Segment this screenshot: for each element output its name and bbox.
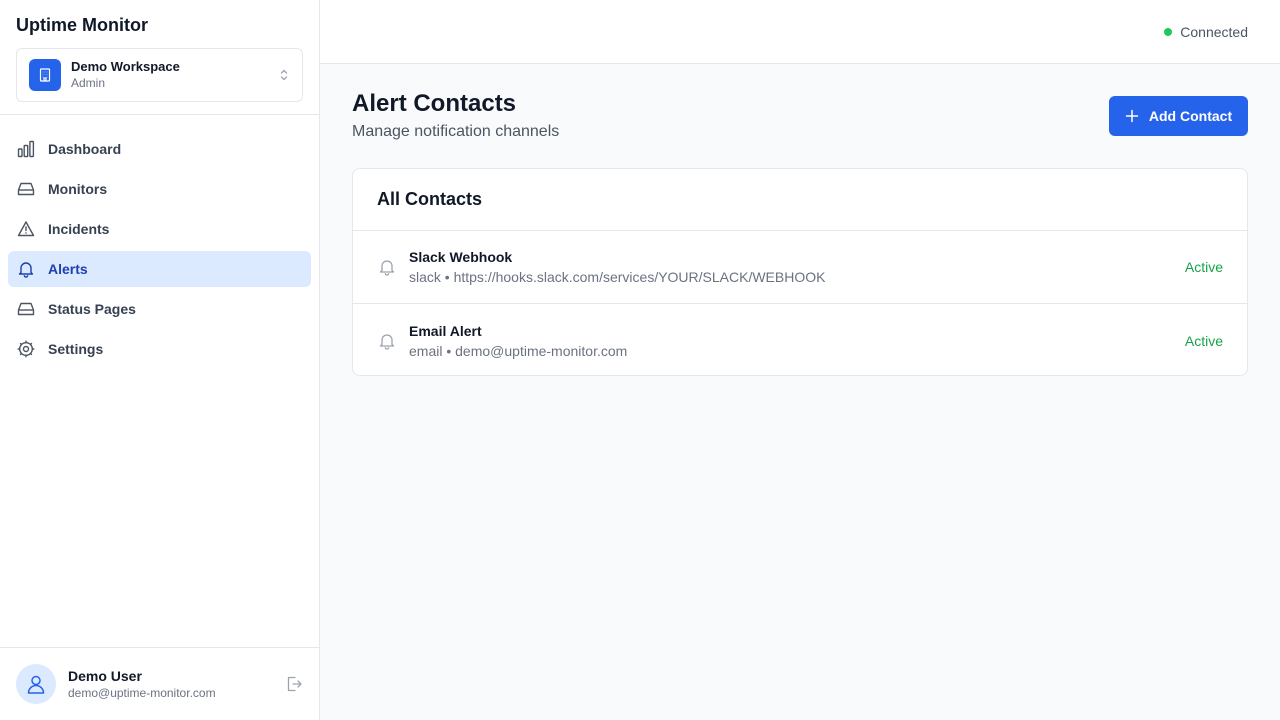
sidebar-item-status-pages[interactable]: Status Pages bbox=[8, 291, 311, 327]
sidebar-footer-divider bbox=[0, 647, 319, 648]
sidebar-item-label: Settings bbox=[48, 341, 104, 357]
status-dot-icon bbox=[1164, 28, 1173, 36]
bar-chart-icon bbox=[16, 139, 36, 159]
sidebar-item-label: Incidents bbox=[48, 221, 110, 237]
contact-name: Email Alert bbox=[409, 322, 482, 339]
contact-row[interactable]: Email Alert email • demo@uptime-monitor.… bbox=[353, 304, 1247, 375]
sidebar-item-incidents[interactable]: Incidents bbox=[8, 211, 311, 247]
plus-icon bbox=[1125, 109, 1139, 123]
user-profile: Demo User demo@uptime-monitor.com bbox=[16, 664, 304, 704]
sidebar-item-dashboard[interactable]: Dashboard bbox=[8, 131, 311, 167]
logout-icon[interactable] bbox=[284, 674, 304, 694]
bell-icon bbox=[377, 257, 397, 277]
sidebar-divider bbox=[0, 114, 319, 115]
contacts-card-header: All Contacts bbox=[353, 169, 1247, 231]
sidebar-item-alerts[interactable]: Alerts bbox=[8, 251, 311, 287]
hard-drive-icon bbox=[16, 299, 36, 319]
connection-status-label: Connected bbox=[1180, 24, 1248, 40]
gear-icon bbox=[16, 339, 36, 359]
sidebar-item-label: Status Pages bbox=[48, 301, 136, 317]
sidebar-nav: Dashboard Monitors Incidents Alerts Stat… bbox=[8, 131, 311, 371]
user-name: Demo User bbox=[68, 668, 142, 684]
user-email: demo@uptime-monitor.com bbox=[68, 686, 216, 700]
contact-name: Slack Webhook bbox=[409, 249, 513, 265]
workspace-role: Admin bbox=[71, 76, 106, 90]
connection-status: Connected bbox=[1164, 24, 1248, 40]
add-contact-label: Add Contact bbox=[1148, 108, 1233, 124]
app-title: Uptime Monitor bbox=[16, 15, 148, 35]
bell-icon bbox=[377, 331, 397, 351]
building-icon bbox=[29, 59, 61, 91]
alert-triangle-icon bbox=[16, 219, 36, 239]
contact-detail: slack • https://hooks.slack.com/services… bbox=[409, 269, 826, 285]
workspace-name: Demo Workspace bbox=[71, 59, 180, 74]
workspace-switcher[interactable]: Demo Workspace Admin bbox=[16, 48, 303, 102]
top-bar: Connected bbox=[320, 0, 1280, 64]
page-title: Alert Contacts bbox=[352, 90, 517, 117]
sidebar-item-label: Alerts bbox=[48, 261, 88, 277]
user-icon bbox=[27, 675, 45, 694]
sidebar-item-monitors[interactable]: Monitors bbox=[8, 171, 311, 207]
avatar bbox=[16, 664, 56, 704]
contact-detail: email • demo@uptime-monitor.com bbox=[409, 342, 628, 359]
sidebar: Uptime Monitor Demo Workspace Admin Dash… bbox=[0, 0, 320, 720]
chevron-up-down-icon bbox=[278, 67, 290, 83]
hard-drive-icon bbox=[16, 179, 36, 199]
status-badge: Active bbox=[1184, 332, 1223, 349]
sidebar-item-settings[interactable]: Settings bbox=[8, 331, 311, 367]
sidebar-item-label: Monitors bbox=[48, 181, 108, 197]
status-badge: Active bbox=[1184, 259, 1223, 275]
page-subtitle: Manage notification channels bbox=[352, 123, 560, 140]
contacts-card: All Contacts Slack Webhook slack • https… bbox=[352, 168, 1248, 376]
contact-row[interactable]: Slack Webhook slack • https://hooks.slac… bbox=[353, 231, 1247, 304]
add-contact-button[interactable]: Add Contact bbox=[1109, 96, 1248, 136]
sidebar-item-label: Dashboard bbox=[48, 141, 122, 157]
bell-icon bbox=[16, 259, 36, 279]
